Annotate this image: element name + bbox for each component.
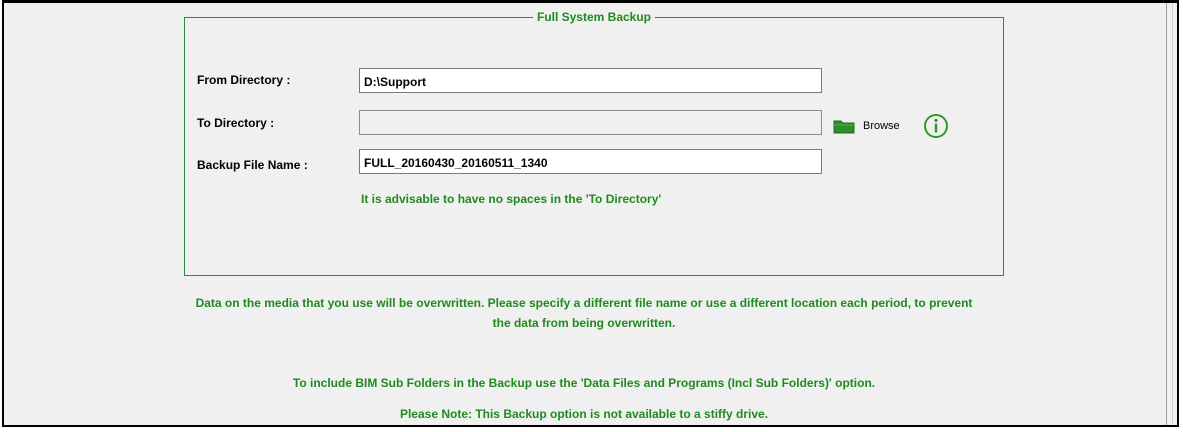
from-directory-label: From Directory : bbox=[197, 73, 291, 87]
overwrite-warning: Data on the media that you use will be o… bbox=[84, 293, 1084, 333]
backup-file-name-label: Backup File Name : bbox=[197, 158, 308, 172]
to-directory-field[interactable] bbox=[359, 110, 822, 135]
backup-window: Full System Backup From Directory : To D… bbox=[2, 0, 1179, 427]
backup-file-name-field[interactable] bbox=[359, 149, 822, 174]
to-directory-label: To Directory : bbox=[197, 116, 275, 130]
stiffy-note: Please Note: This Backup option is not a… bbox=[399, 407, 769, 421]
folder-icon bbox=[833, 120, 855, 134]
advice-text: It is advisable to have no spaces in the… bbox=[361, 192, 662, 206]
overwrite-warning-line2: the data from being overwritten. bbox=[492, 316, 676, 330]
full-system-backup-group: Full System Backup bbox=[184, 10, 1004, 276]
browse-button[interactable]: Browse bbox=[833, 117, 900, 135]
scrollbar-track bbox=[1172, 3, 1173, 425]
subfolders-note: To include BIM Sub Folders in the Backup… bbox=[292, 376, 876, 390]
vertical-scrollbar[interactable] bbox=[1166, 3, 1177, 425]
info-icon[interactable] bbox=[923, 113, 949, 139]
browse-label: Browse bbox=[863, 120, 900, 132]
overwrite-warning-line1: Data on the media that you use will be o… bbox=[195, 296, 973, 310]
from-directory-field[interactable] bbox=[359, 68, 822, 93]
group-title: Full System Backup bbox=[536, 10, 652, 24]
